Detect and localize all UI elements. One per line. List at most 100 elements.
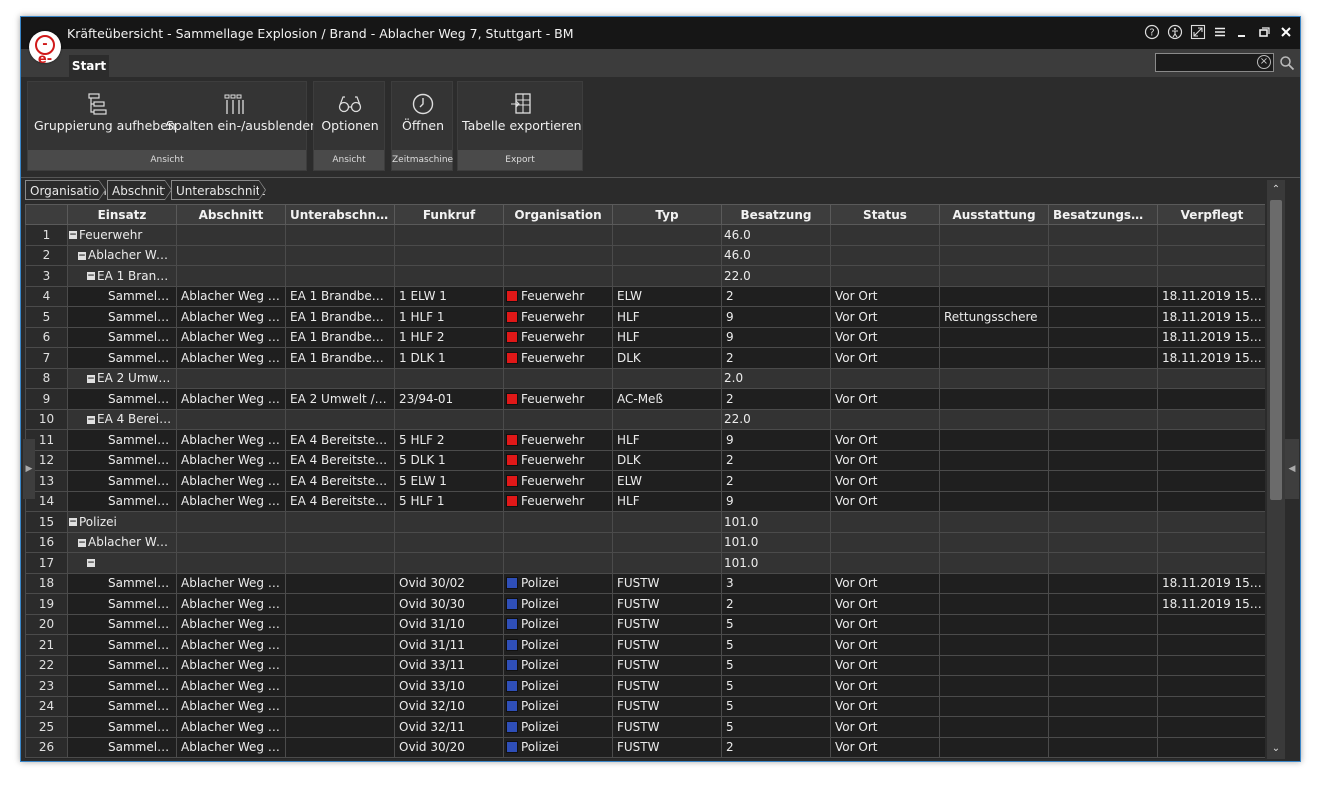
ungroup-button[interactable]: Gruppierung aufheben [34,88,176,138]
organisation-cell: Feuerwehr [503,306,613,328]
row-number: 3 [25,265,68,287]
besatzung-cell: 2 [721,593,831,615]
scroll-up-icon[interactable]: ⌃ [1267,182,1285,198]
typ-cell: FUSTW [612,572,722,594]
group-row[interactable]: 2− Ablacher Weg ... 46.0 [25,244,1265,266]
verpflegt-cell [1157,675,1265,697]
organisation-color-icon [506,679,518,692]
scrollbar-thumb[interactable] [1270,200,1282,500]
app-logo[interactable]: -e- [29,31,61,67]
export-table-button[interactable]: Tabelle exportieren [462,88,582,138]
empty-cell [1048,552,1158,574]
column-header[interactable]: Typ [612,204,722,225]
table-row[interactable]: 5 Sammella... Ablacher Weg 7, ... EA 1 Bran… [25,306,1265,328]
breadcrumb-unterabschnitt[interactable]: Unterabschnitt [171,180,266,200]
funkruf-cell: Ovid 31/10 [394,613,504,635]
column-header[interactable]: Unterabschnitt [285,204,395,225]
verpflegt-cell: 18.11.2019 15:05 [1157,572,1265,594]
group-row[interactable]: 10−EA 4 Bereitst...22.0 [25,408,1265,430]
collapse-icon[interactable]: − [87,374,95,383]
expand-left-panel-icon[interactable]: ▶ [23,439,35,499]
group-row[interactable]: 17 − 101.0 [25,552,1265,574]
vertical-scrollbar[interactable]: ⌃ ⌄ [1267,180,1285,759]
group-row[interactable]: 8− EA 2 Umwelt... 2.0 [25,367,1265,389]
toggle-columns-button[interactable]: Spalten ein-/ausblenden [166,88,318,138]
table-row[interactable]: 24 Sammella... Ablacher Weg 7, ... Ovid 32/… [25,695,1265,717]
organisation-cell: Feuerwehr [503,326,613,348]
besatzungswechsel-cell [1048,490,1158,512]
table-row[interactable]: 25 Sammella... Ablacher Weg 7, ... Ovid 32/… [25,716,1265,738]
organisation-label: Feuerwehr [521,473,585,488]
tab-start[interactable]: Start [69,55,109,77]
column-header[interactable]: Verpflegt [1157,204,1265,225]
table-row[interactable]: 7 Sammella... Ablacher Weg 7, ... EA 1 Bran… [25,347,1265,369]
table-row[interactable]: 14 Sammella... Ablacher Weg 7, ... EA 4 Ber… [25,490,1265,512]
breadcrumb-organisation[interactable]: Organisation [25,180,107,200]
accessibility-icon[interactable] [1166,24,1184,42]
ungroup-icon [88,93,107,115]
table-row[interactable]: 22 Sammella... Ablacher Weg 7, ... Ovid 33/… [25,654,1265,676]
collapse-icon[interactable]: − [87,272,95,281]
table-row[interactable]: 18 Sammella... Ablacher Weg 7, ... Ovid 30/… [25,572,1265,594]
table-row[interactable]: 6 Sammella... Ablacher Weg 7, ... EA 1 Bran… [25,326,1265,348]
empty-cell [830,408,940,430]
search-icon[interactable] [1279,55,1295,71]
status-cell: Vor Ort [830,716,940,738]
column-header[interactable]: Funkruf [394,204,504,225]
collapse-icon[interactable]: − [69,518,77,527]
clear-search-icon[interactable]: × [1257,55,1271,69]
table-row[interactable]: 23 Sammella... Ablacher Weg 7, ... Ovid 33/… [25,675,1265,697]
column-header[interactable]: Status [830,204,940,225]
column-header[interactable]: Besatzungswech... [1048,204,1158,225]
table-row[interactable]: 11 Sammella... Ablacher Weg 7, ... EA 4 Ber… [25,429,1265,451]
group-row[interactable]: 1− Feuerwehr 46.0 [25,224,1265,246]
column-header[interactable] [25,204,68,225]
besatzungswechsel-cell [1048,326,1158,348]
row-number: 7 [25,347,68,369]
help-icon[interactable]: ? [1143,24,1161,42]
open-timemachine-button[interactable]: Öffnen [394,88,452,138]
restore-icon[interactable] [1255,24,1273,42]
column-header[interactable]: Abschnitt [176,204,286,225]
table-row[interactable]: 21 Sammella... Ablacher Weg 7, ... Ovid 31/… [25,634,1265,656]
unterabschnitt-cell [285,675,395,697]
scroll-down-icon[interactable]: ⌄ [1267,741,1285,757]
expand-right-panel-icon[interactable]: ◀ [1285,439,1299,499]
group-row[interactable]: 16− Ablacher Weg ... 101.0 [25,531,1265,553]
table-row[interactable]: 12 Sammella... Ablacher Weg 7, ... EA 4 Ber… [25,449,1265,471]
collapse-icon[interactable]: − [78,538,86,547]
close-icon[interactable] [1277,24,1295,42]
table-row[interactable]: 19 Sammella... Ablacher Weg 7, ... Ovid 30/… [25,593,1265,615]
group-row[interactable]: 3− EA 1 Brandb... 22.0 [25,265,1265,287]
collapse-icon[interactable]: − [87,415,95,424]
search-input[interactable]: × [1155,53,1274,72]
table-row[interactable]: 26 Sammella... Ablacher Weg 7, ... Ovid 30/… [25,736,1265,758]
column-header[interactable]: Organisation [503,204,613,225]
table-row[interactable]: 20 Sammella... Ablacher Weg 7, ... Ovid 31/… [25,613,1265,635]
minimize-icon[interactable] [1233,24,1251,42]
table-row[interactable]: 4 Sammella... Ablacher Weg 7, ... EA 1 Bran… [25,285,1265,307]
einsatz-cell: Sammella... [67,593,177,615]
menu-icon[interactable] [1211,24,1229,42]
verpflegt-cell: 18.11.2019 15:04 [1157,285,1265,307]
collapse-icon[interactable]: − [78,251,86,260]
group-header-cell: − Feuerwehr [67,224,177,246]
collapse-icon[interactable]: − [87,559,95,568]
column-header[interactable]: Besatzung [721,204,831,225]
column-header[interactable]: Ausstattung [939,204,1049,225]
organisation-color-icon [506,741,518,754]
funkruf-cell: 5 HLF 1 [394,490,504,512]
fullscreen-icon[interactable] [1189,24,1207,42]
collapse-icon[interactable]: − [69,231,77,240]
empty-cell [1157,367,1265,389]
organisation-color-icon [506,597,518,610]
besatzungswechsel-cell [1048,388,1158,410]
table-row[interactable]: 13 Sammella... Ablacher Weg 7, ... EA 4 Ber… [25,470,1265,492]
options-button[interactable]: Optionen [316,88,384,138]
table-row[interactable]: 9 Sammella... Ablacher Weg 7, ... EA 2 Umwe… [25,388,1265,410]
column-header[interactable]: Einsatz [67,204,177,225]
typ-cell: DLK [612,449,722,471]
empty-cell [503,244,613,266]
breadcrumb-abschnitt[interactable]: Abschnitt [107,180,172,200]
group-row[interactable]: 15− Polizei 101.0 [25,511,1265,533]
